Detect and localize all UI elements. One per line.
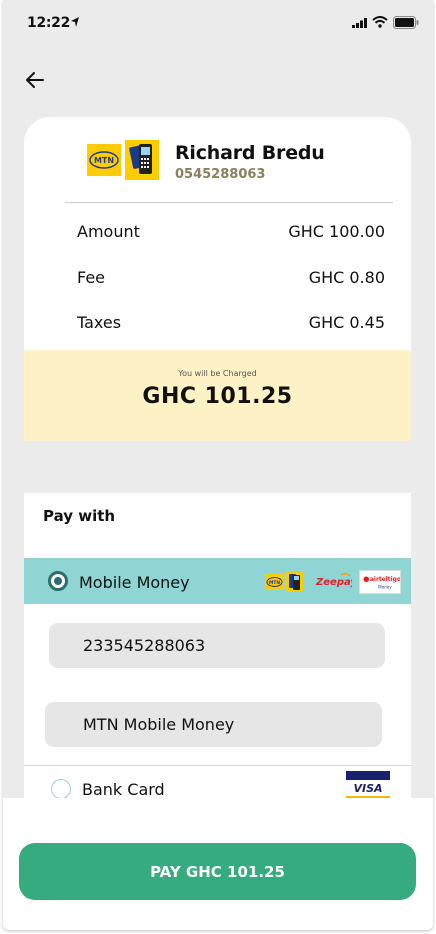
amount-label: Amount xyxy=(77,222,140,241)
wifi-icon xyxy=(372,16,388,28)
fee-label: Fee xyxy=(77,268,106,287)
pay-with-panel: Pay with Mobile Money MTN Zeepay airtelt… xyxy=(24,493,411,814)
mtn-momo-logo: MTN xyxy=(87,140,159,180)
svg-text:airteltigo: airteltigo xyxy=(370,576,401,583)
svg-text:MTN: MTN xyxy=(269,580,281,586)
battery-icon xyxy=(393,16,419,29)
taxes-label: Taxes xyxy=(77,313,122,332)
momo-phone-input[interactable] xyxy=(49,623,385,668)
mobile-money-label: Mobile Money xyxy=(79,573,190,592)
charge-caption: You will be Charged xyxy=(178,369,257,378)
svg-text:MTN: MTN xyxy=(94,156,114,165)
taxes-value: GHC 0.45 xyxy=(308,313,385,332)
airteltigo-logo: airteltigo Money xyxy=(359,570,401,594)
bottom-bar: PAY GHC 101.25 xyxy=(3,798,433,930)
mtn-logo: MTN xyxy=(265,572,303,592)
fee-value: GHC 0.80 xyxy=(308,268,385,287)
payee-name: Richard Bredu xyxy=(175,142,325,164)
svg-text:Zeepay: Zeepay xyxy=(315,577,352,588)
status-time: 12:22 xyxy=(27,15,71,31)
zeepay-logo: Zeepay xyxy=(315,572,352,588)
back-arrow-icon[interactable] xyxy=(23,68,47,92)
amount-value: GHC 100.00 xyxy=(288,222,385,241)
svg-text:VISA: VISA xyxy=(353,782,382,795)
payment-option-mobile-money[interactable]: Mobile Money MTN Zeepay airteltigo Money xyxy=(24,558,411,604)
pay-button[interactable]: PAY GHC 101.25 xyxy=(19,843,416,900)
bank-card-label: Bank Card xyxy=(82,780,165,799)
signal-icon xyxy=(352,18,367,28)
phone-screen: 12:22 MTN Richard Bredu 0545288063 Amoun… xyxy=(3,0,433,930)
charge-summary: You will be Charged GHC 101.25 xyxy=(24,350,411,441)
network-select[interactable]: MTN Mobile Money xyxy=(45,702,382,747)
location-arrow-icon xyxy=(71,17,79,27)
radio-selected-icon[interactable] xyxy=(48,571,68,591)
charge-total: GHC 101.25 xyxy=(142,384,293,409)
pay-with-title: Pay with xyxy=(43,507,116,525)
radio-unselected-icon[interactable] xyxy=(51,779,71,799)
divider xyxy=(65,202,393,203)
payee-phone: 0545288063 xyxy=(175,167,266,182)
svg-text:Money: Money xyxy=(378,584,392,589)
payment-summary-card: MTN Richard Bredu 0545288063 Amount GHC … xyxy=(24,117,411,441)
